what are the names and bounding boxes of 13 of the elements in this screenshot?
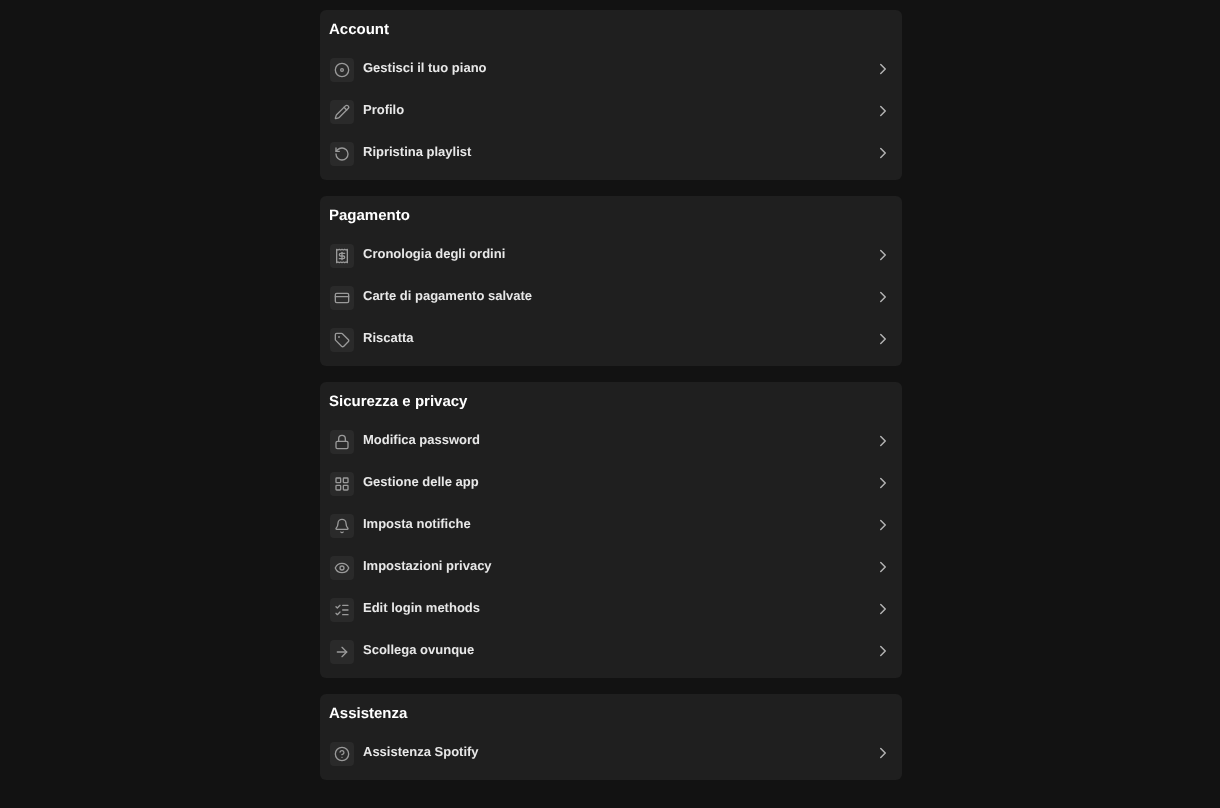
tag-icon <box>329 327 353 351</box>
list-icon <box>329 597 353 621</box>
disc-icon <box>329 57 353 81</box>
bell-icon <box>329 513 353 537</box>
arrow-right-icon <box>329 639 353 663</box>
lock-icon <box>329 429 353 453</box>
receipt-icon <box>329 243 353 267</box>
rotate-icon <box>329 141 353 165</box>
help-icon <box>329 741 353 765</box>
grid-icon <box>329 471 353 495</box>
eye-icon <box>329 555 353 579</box>
credit-card-icon <box>329 285 353 309</box>
pencil-icon <box>329 99 353 123</box>
